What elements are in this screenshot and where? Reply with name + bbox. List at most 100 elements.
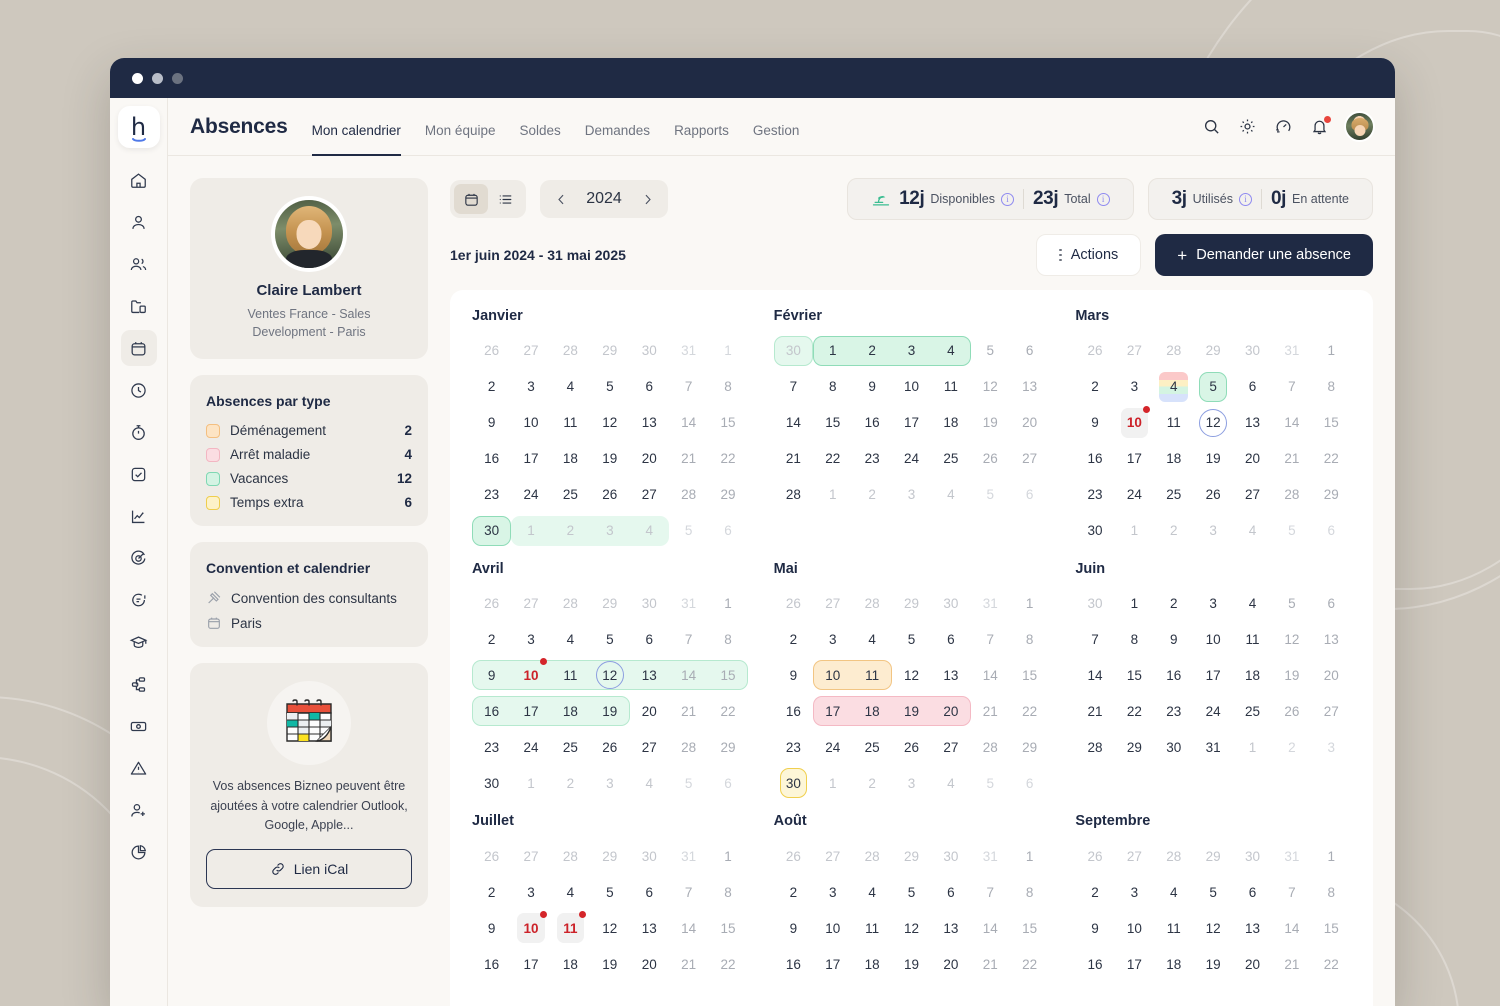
calendar-day[interactable]: 20 [1233, 946, 1272, 982]
bell-icon[interactable] [1310, 116, 1331, 136]
calendar-day[interactable]: 14 [774, 405, 813, 441]
calendar-day[interactable]: 10 [1115, 910, 1154, 946]
calendar-view-button[interactable] [454, 184, 488, 214]
calendar-day[interactable]: 1 [511, 513, 551, 549]
calendar-day[interactable]: 1 [708, 333, 747, 369]
calendar-day[interactable]: 16 [472, 693, 512, 729]
calendar-day[interactable]: 24 [892, 441, 931, 477]
profile-avatar[interactable] [275, 200, 343, 268]
calendar-day[interactable]: 22 [1010, 946, 1049, 982]
calendar-day[interactable]: 29 [590, 333, 629, 369]
sidebar-item-team[interactable] [121, 246, 157, 282]
calendar-day[interactable]: 8 [1115, 621, 1154, 657]
calendar-day[interactable]: 5 [892, 874, 931, 910]
calendar-day[interactable]: 12 [1193, 405, 1232, 441]
calendar-day[interactable]: 27 [630, 729, 669, 765]
calendar-day[interactable]: 1 [1010, 838, 1049, 874]
calendar-day[interactable]: 30 [1233, 333, 1272, 369]
calendar-day[interactable]: 11 [931, 369, 970, 405]
calendar-day[interactable]: 30 [1233, 838, 1272, 874]
calendar-day[interactable]: 6 [708, 513, 747, 549]
calendar-day[interactable]: 10 [813, 910, 852, 946]
calendar-day[interactable]: 25 [1154, 477, 1193, 513]
tab-rapports[interactable]: Rapports [674, 101, 729, 156]
calendar-day[interactable]: 25 [931, 441, 970, 477]
calendar-day[interactable]: 15 [813, 405, 852, 441]
calendar-day[interactable]: 5 [590, 874, 629, 910]
sidebar-item-goals[interactable] [121, 540, 157, 576]
calendar-day[interactable]: 19 [971, 405, 1010, 441]
calendar-day[interactable]: 10 [1193, 621, 1232, 657]
calendar-day[interactable]: 18 [551, 946, 590, 982]
calendar-day[interactable]: 6 [1010, 333, 1049, 369]
calendar-day[interactable]: 28 [669, 729, 708, 765]
calendar-day[interactable]: 30 [774, 765, 813, 801]
calendar-day[interactable]: 4 [630, 765, 669, 801]
calendar-day[interactable]: 5 [669, 765, 708, 801]
calendar-day[interactable]: 31 [1193, 729, 1232, 765]
calendar-day[interactable]: 4 [931, 333, 971, 369]
calendar-day[interactable]: 28 [852, 838, 891, 874]
calendar-day[interactable]: 3 [813, 621, 852, 657]
calendar-day[interactable]: 16 [774, 946, 813, 982]
calendar-day[interactable]: 29 [590, 585, 629, 621]
sidebar-item-analytics[interactable] [121, 834, 157, 870]
calendar-day[interactable]: 1 [813, 333, 853, 369]
gear-icon[interactable] [1238, 117, 1257, 136]
calendar-day[interactable]: 19 [590, 441, 629, 477]
calendar-day[interactable]: 13 [630, 910, 669, 946]
calendar-day[interactable]: 15 [1010, 910, 1049, 946]
calendar-day[interactable]: 24 [1193, 693, 1232, 729]
calendar-day[interactable]: 29 [708, 729, 747, 765]
calendar-day[interactable]: 26 [1075, 333, 1114, 369]
calendar-day[interactable]: 9 [472, 910, 511, 946]
calendar-day[interactable]: 31 [669, 585, 708, 621]
calendar-day[interactable]: 13 [629, 657, 669, 693]
calendar-day[interactable]: 28 [971, 729, 1010, 765]
calendar-day[interactable]: 26 [774, 838, 813, 874]
calendar-day[interactable]: 5 [892, 621, 931, 657]
calendar-day[interactable]: 28 [1272, 477, 1311, 513]
calendar-day[interactable]: 17 [511, 441, 550, 477]
calendar-day[interactable]: 8 [1312, 874, 1351, 910]
calendar-day[interactable]: 24 [1115, 477, 1154, 513]
calendar-day[interactable]: 26 [774, 585, 813, 621]
calendar-day[interactable]: 7 [774, 369, 813, 405]
calendar-day[interactable]: 30 [1154, 729, 1193, 765]
calendar-day[interactable]: 15 [708, 910, 747, 946]
calendar-day[interactable]: 1 [1115, 585, 1154, 621]
calendar-day[interactable]: 28 [1075, 729, 1114, 765]
calendar-day[interactable]: 2 [852, 477, 891, 513]
calendar-day[interactable]: 2 [472, 874, 511, 910]
calendar-day[interactable]: 4 [1154, 874, 1193, 910]
calendar-day[interactable]: 3 [813, 874, 852, 910]
calendar-day[interactable]: 2 [1154, 585, 1193, 621]
info-icon[interactable]: i [1000, 192, 1014, 206]
sidebar-item-workflow[interactable] [121, 666, 157, 702]
calendar-day[interactable]: 27 [630, 477, 669, 513]
calendar-day[interactable]: 17 [1193, 657, 1232, 693]
calendar-day[interactable]: 9 [1075, 910, 1114, 946]
absence-type-row[interactable]: Vacances 12 [206, 471, 412, 486]
calendar-day[interactable]: 5 [590, 621, 629, 657]
calendar-day[interactable]: 2 [472, 621, 511, 657]
calendar-day[interactable]: 2 [774, 621, 813, 657]
calendar-day[interactable]: 18 [550, 693, 591, 729]
calendar-day[interactable]: 6 [630, 369, 669, 405]
calendar-day[interactable]: 9 [1075, 405, 1114, 441]
calendar-day[interactable]: 7 [669, 874, 708, 910]
sidebar-item-recruiting[interactable] [121, 792, 157, 828]
calendar-day[interactable]: 23 [472, 729, 511, 765]
calendar-day[interactable]: 12 [590, 910, 629, 946]
calendar-day[interactable]: 17 [892, 405, 931, 441]
calendar-day[interactable]: 13 [931, 910, 970, 946]
calendar-day[interactable]: 1 [1233, 729, 1272, 765]
calendar-day[interactable]: 2 [550, 513, 591, 549]
calendar-day[interactable]: 11 [1154, 405, 1193, 441]
calendar-day[interactable]: 26 [472, 585, 511, 621]
actions-button[interactable]: Actions [1036, 234, 1142, 276]
calendar-day[interactable]: 7 [1075, 621, 1114, 657]
sidebar-item-absences[interactable] [120, 330, 157, 366]
calendar-day[interactable]: 27 [813, 838, 852, 874]
calendar-day[interactable]: 29 [892, 838, 931, 874]
